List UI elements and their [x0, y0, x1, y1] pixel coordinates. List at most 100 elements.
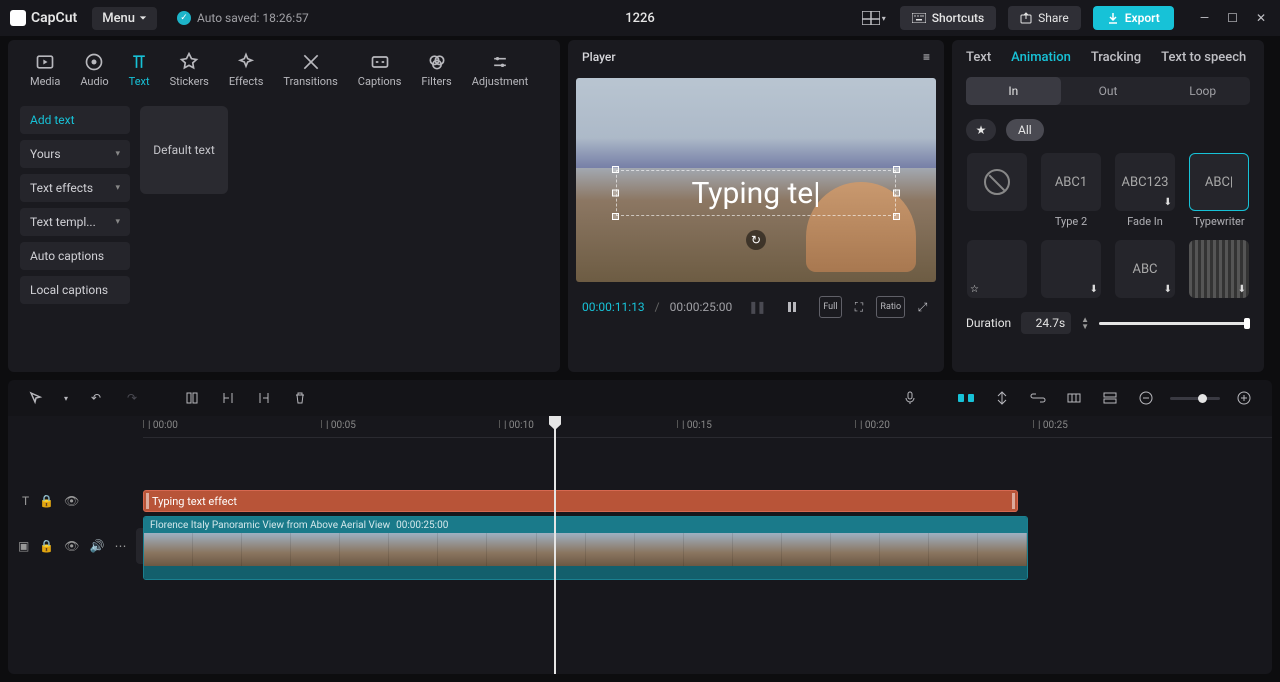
- player-title: Player: [582, 50, 616, 64]
- menu-button[interactable]: Menu: [92, 7, 157, 30]
- media-icon: [35, 52, 55, 72]
- seg-loop[interactable]: Loop: [1155, 77, 1250, 105]
- tab-captions[interactable]: Captions: [348, 48, 412, 92]
- video-clip[interactable]: Florence Italy Panoramic View from Above…: [143, 516, 1028, 580]
- resize-handle[interactable]: [612, 213, 619, 220]
- maximize-button[interactable]: ☐: [1223, 11, 1242, 25]
- select-dropdown[interactable]: ▾: [60, 386, 72, 410]
- default-text-preset[interactable]: Default text: [140, 106, 228, 194]
- download-icon: ⬇: [1164, 197, 1172, 208]
- cat-local-captions[interactable]: Local captions: [20, 276, 130, 304]
- playhead[interactable]: [554, 416, 556, 674]
- preview-viewport[interactable]: Typing te| ↻: [576, 78, 936, 282]
- cat-text-effects[interactable]: Text effects▾: [20, 174, 130, 202]
- anim-fadein[interactable]: ABC123⬇: [1115, 153, 1175, 211]
- link-icon[interactable]: [1026, 386, 1050, 410]
- stickers-icon: [179, 52, 199, 72]
- trim-right-tool[interactable]: [252, 386, 276, 410]
- eye-icon[interactable]: 👁: [64, 494, 79, 508]
- insp-tab-tracking[interactable]: Tracking: [1091, 50, 1141, 65]
- cat-add-text[interactable]: Add text: [20, 106, 130, 134]
- mic-icon[interactable]: [898, 386, 922, 410]
- insp-tab-tts[interactable]: Text to speech: [1161, 50, 1246, 65]
- layout-icon[interactable]: ▾: [860, 5, 888, 31]
- full-button[interactable]: Full: [819, 296, 841, 318]
- zoom-slider[interactable]: [1170, 397, 1220, 400]
- current-timecode: 00:00:11:13: [582, 300, 645, 314]
- tab-text[interactable]: Text: [119, 48, 160, 92]
- preview-render-icon[interactable]: [1062, 386, 1086, 410]
- rotate-handle[interactable]: ↻: [746, 230, 766, 250]
- track-options-icon[interactable]: [1098, 386, 1122, 410]
- ratio-button[interactable]: Ratio: [876, 296, 905, 318]
- seg-out[interactable]: Out: [1061, 77, 1156, 105]
- mute-icon[interactable]: 🔊: [90, 539, 105, 553]
- share-button[interactable]: Share: [1008, 6, 1081, 30]
- ruler-tick: | 00:00: [143, 420, 178, 428]
- anim-slot5[interactable]: ☆: [967, 240, 1027, 298]
- player-menu-icon[interactable]: ≡: [923, 50, 930, 64]
- resize-handle[interactable]: [893, 190, 900, 197]
- chevron-down-icon: ▾: [115, 149, 120, 159]
- tab-audio[interactable]: Audio: [70, 48, 118, 92]
- eye-icon[interactable]: 👁: [64, 539, 79, 553]
- duration-stepper[interactable]: ▲▼: [1081, 316, 1089, 330]
- tab-adjustment[interactable]: Adjustment: [462, 48, 539, 92]
- lock-icon[interactable]: 🔒: [39, 494, 54, 508]
- resize-handle[interactable]: [612, 190, 619, 197]
- ruler-tick: | 00:20: [855, 420, 890, 428]
- redo-button[interactable]: ↷: [120, 386, 144, 410]
- close-button[interactable]: ✕: [1252, 11, 1270, 25]
- document-title: 1226: [625, 11, 655, 26]
- duration-input[interactable]: [1021, 312, 1071, 334]
- time-ruler[interactable]: | 00:00| 00:05| 00:10| 00:15| 00:20| 00:…: [143, 416, 1272, 438]
- tab-transitions[interactable]: Transitions: [273, 48, 347, 92]
- cat-auto-captions[interactable]: Auto captions: [20, 242, 130, 270]
- anim-slot8[interactable]: ⬇: [1189, 240, 1249, 298]
- tab-stickers[interactable]: Stickers: [160, 48, 219, 92]
- prev-frame-icon[interactable]: ❚❚: [748, 300, 764, 314]
- more-icon[interactable]: ⋯: [114, 539, 126, 553]
- insp-tab-animation[interactable]: Animation: [1011, 50, 1071, 65]
- anim-type2[interactable]: ABC1: [1041, 153, 1101, 211]
- resize-handle[interactable]: [612, 166, 619, 173]
- cat-yours[interactable]: Yours▾: [20, 140, 130, 168]
- resize-handle[interactable]: [893, 213, 900, 220]
- export-button[interactable]: Export: [1093, 6, 1174, 30]
- tab-media[interactable]: Media: [20, 48, 70, 92]
- text-overlay-box[interactable]: Typing te| ↻: [616, 170, 896, 216]
- trim-left-tool[interactable]: [216, 386, 240, 410]
- fullscreen-icon[interactable]: ⤢: [915, 296, 930, 318]
- duration-slider[interactable]: [1099, 322, 1250, 325]
- split-tool[interactable]: [180, 386, 204, 410]
- favorites-filter[interactable]: ★: [966, 119, 996, 141]
- anim-typewriter[interactable]: ABC|: [1189, 153, 1249, 211]
- anim-slot6[interactable]: ⬇: [1041, 240, 1101, 298]
- tab-filters[interactable]: Filters: [411, 48, 461, 92]
- zoom-fit-icon[interactable]: [1232, 386, 1256, 410]
- text-clip[interactable]: Typing text effect: [143, 490, 1018, 512]
- insp-tab-text[interactable]: Text: [966, 50, 991, 65]
- anim-none[interactable]: [967, 153, 1027, 211]
- magnet-icon[interactable]: [954, 386, 978, 410]
- resize-handle[interactable]: [893, 166, 900, 173]
- crop-icon[interactable]: ⛶: [852, 296, 867, 318]
- undo-button[interactable]: ↶: [84, 386, 108, 410]
- pause-button[interactable]: [784, 296, 799, 318]
- select-tool[interactable]: [24, 386, 48, 410]
- none-icon: [984, 169, 1010, 195]
- anim-slot7[interactable]: ABC⬇: [1115, 240, 1175, 298]
- seg-in[interactable]: In: [966, 77, 1061, 105]
- tab-effects[interactable]: Effects: [219, 48, 274, 92]
- ruler-tick: | 00:25: [1033, 420, 1068, 428]
- all-filter[interactable]: All: [1006, 119, 1044, 141]
- download-icon: ⬇: [1238, 284, 1246, 295]
- delete-tool[interactable]: [288, 386, 312, 410]
- minimize-button[interactable]: —: [1196, 11, 1213, 25]
- shortcuts-button[interactable]: Shortcuts: [900, 6, 996, 30]
- video-clip-name: Florence Italy Panoramic View from Above…: [150, 520, 390, 531]
- cat-text-templates[interactable]: Text templ...▾: [20, 208, 130, 236]
- lock-icon[interactable]: 🔒: [39, 539, 54, 553]
- zoom-out-icon[interactable]: [1134, 386, 1158, 410]
- snap-icon[interactable]: [990, 386, 1014, 410]
